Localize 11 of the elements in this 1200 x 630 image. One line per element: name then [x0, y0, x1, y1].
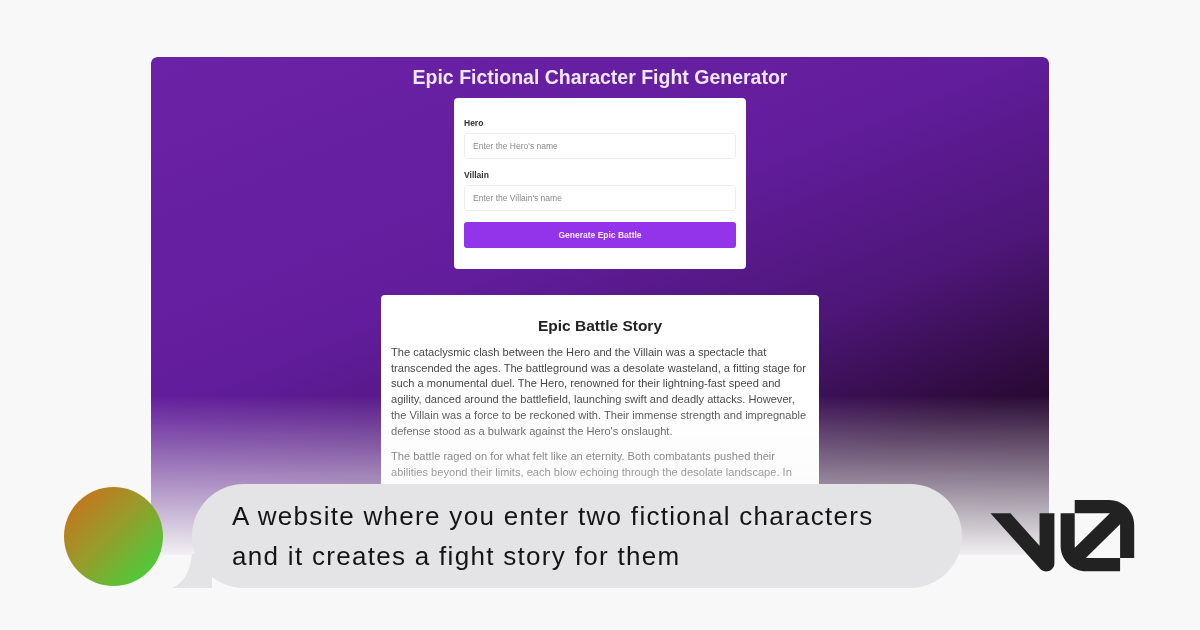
app-title: Epic Fictional Character Fight Generator — [412, 66, 788, 88]
story-paragraph: The battle raged on for what felt like an eternity. Both combatants pushed their abilities beyond their limits, each blow echoing through the desolate landscape. In — [391, 449, 793, 480]
story-title: Epic Battle Story — [537, 316, 663, 336]
name-input[interactable]: Enter the Villain's name — [464, 185, 736, 211]
story-paragraph: The cataclysmic clash between the Hero and the Villain was a spectacle that transcended the ages. The battleground was a desolate wasteland, a fitting stage for such a monumental duel. The Hero, renowned for their lightning-fast speed and agility, danced around the battlefield, launching swift and deadly attacks. However, the Villain was a force to be reckoned with. Their immense strength and impregnable defense stood as a bulwark against the Hero's onslaught. — [391, 345, 808, 439]
logo-icon — [990, 500, 1135, 572]
caption-text: A website where you enter two fictional characters and it creates a fight story for them — [232, 500, 875, 573]
name-input[interactable]: Enter the Hero's name — [464, 133, 736, 159]
field-label: Villain — [464, 170, 490, 180]
field-label: Hero — [464, 118, 485, 128]
generate-button[interactable]: Generate Epic Battle — [464, 222, 736, 248]
